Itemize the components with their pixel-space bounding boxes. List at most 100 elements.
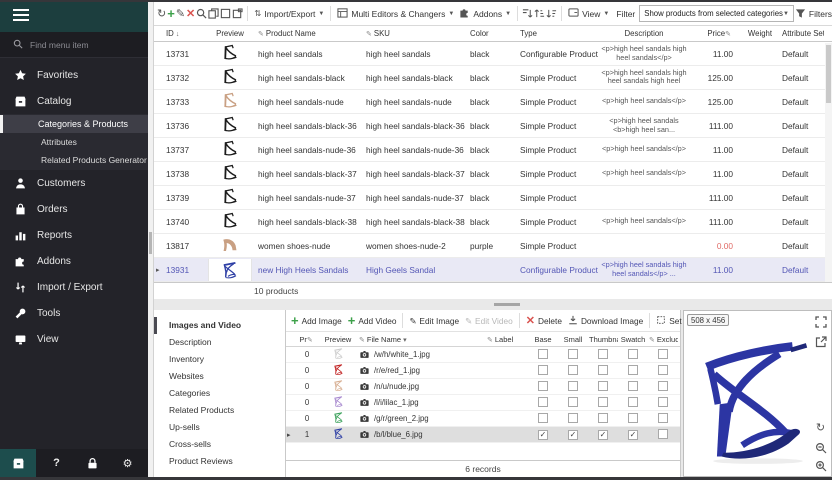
row-expander[interactable]: ▸ <box>286 431 296 439</box>
col-id[interactable]: ID↓ <box>164 29 204 38</box>
image-row[interactable]: 0/g/r/green_2.jpg <box>286 411 680 427</box>
checkbox-thumbnail[interactable] <box>598 381 608 391</box>
checkbox-exclude[interactable] <box>658 397 668 407</box>
checkbox-swatch[interactable] <box>628 365 638 375</box>
table-row[interactable]: 13739high heel sandals-nude-37high heel … <box>154 186 832 210</box>
col-type[interactable]: Type <box>518 29 598 38</box>
table-row[interactable]: 13733high heel sandals-nudehigh heel san… <box>154 90 832 114</box>
sort-alpha-icon[interactable] <box>522 5 533 22</box>
view-button[interactable]: View▼ <box>566 7 611 20</box>
download-image-button[interactable]: Download Image <box>565 315 646 327</box>
rotate-icon[interactable]: ↻ <box>814 421 827 434</box>
checkbox-thumbnail[interactable]: ✓ <box>598 430 608 440</box>
sidebar-item-addons[interactable]: Addons <box>0 248 148 274</box>
col-file-name[interactable]: ✎File Name▾ <box>358 335 486 344</box>
col-attribute-set[interactable]: Attribute Set Name <box>780 29 824 38</box>
tab-cross-sells[interactable]: Cross-sells <box>154 436 285 453</box>
col-sku[interactable]: ✎SKU <box>364 29 468 38</box>
image-row[interactable]: ▸1/b/l/blue_6.jpg✓✓✓✓ <box>286 427 680 443</box>
col-label[interactable]: ✎Label <box>486 335 528 344</box>
checkbox-exclude[interactable] <box>658 429 668 439</box>
checkbox-thumbnail[interactable] <box>598 349 608 359</box>
col-swatch[interactable]: Swatch <box>618 335 648 344</box>
filters-button[interactable]: Filters▼ <box>807 9 832 19</box>
tab-images-and-video[interactable]: Images and Video <box>154 317 285 334</box>
open-external-icon[interactable] <box>814 335 827 348</box>
col-preview[interactable]: Preview <box>204 29 256 38</box>
col-base[interactable]: Base <box>528 335 558 344</box>
checkbox-exclude[interactable] <box>658 365 668 375</box>
table-row[interactable]: 13736high heel sandals-black-36high heel… <box>154 114 832 138</box>
catalog-box-icon[interactable] <box>0 449 36 477</box>
edit-icon[interactable]: ✎ <box>176 5 185 22</box>
sidebar-item-catalog[interactable]: Catalog <box>0 88 148 114</box>
checkbox-swatch[interactable] <box>628 413 638 423</box>
checkbox-small[interactable] <box>568 365 578 375</box>
category-filter-select[interactable]: Show products from selected categories▼ <box>639 5 794 22</box>
checkbox-small[interactable] <box>568 413 578 423</box>
cards-icon[interactable] <box>232 5 243 22</box>
checkbox-small[interactable]: ✓ <box>568 430 578 440</box>
image-row[interactable]: 0/n/u/nude.jpg <box>286 379 680 395</box>
tab-websites[interactable]: Websites <box>154 368 285 385</box>
funnel-icon[interactable] <box>795 5 806 22</box>
tab-inventory[interactable]: Inventory <box>154 351 285 368</box>
edit-video-button[interactable]: ✎Edit Video <box>462 316 516 326</box>
checkbox-small[interactable] <box>568 381 578 391</box>
col-small[interactable]: Small <box>558 335 588 344</box>
import-export-button[interactable]: ⇅ Import/Export▼ <box>252 8 326 19</box>
sidebar-item-import-export[interactable]: Import / Export <box>0 274 148 300</box>
scrollbar-thumb[interactable] <box>826 45 831 103</box>
sidebar-item-view[interactable]: View <box>0 326 148 352</box>
sort-desc-icon[interactable] <box>546 5 557 22</box>
image-row[interactable]: 0/w/h/white_1.jpg <box>286 347 680 363</box>
checkbox-exclude[interactable] <box>658 381 668 391</box>
checkbox-thumbnail[interactable] <box>598 413 608 423</box>
menu-search-input[interactable]: Find menu item <box>0 32 148 58</box>
zoom-out-icon[interactable] <box>814 441 827 454</box>
fullscreen-icon[interactable] <box>814 315 827 328</box>
multi-editors-button[interactable]: Multi Editors & Changers▼ <box>335 7 456 20</box>
menu-toggle-button[interactable] <box>0 2 148 32</box>
add-product-icon[interactable]: + <box>167 5 175 22</box>
zoom-in-icon[interactable] <box>814 459 827 472</box>
table-row[interactable]: 13731high heel sandalshigh heel sandalsb… <box>154 42 832 66</box>
lock-icon[interactable] <box>77 449 107 477</box>
checkbox-base[interactable] <box>538 349 548 359</box>
sort-asc-icon[interactable] <box>534 5 545 22</box>
col-pr[interactable]: Pr✎ <box>296 335 318 344</box>
help-icon[interactable]: ? <box>42 449 72 477</box>
checkbox-small[interactable] <box>568 349 578 359</box>
sidebar-item-tools[interactable]: Tools <box>0 300 148 326</box>
refresh-icon[interactable]: ↻ <box>157 5 166 22</box>
tab-related-products[interactable]: Related Products <box>154 402 285 419</box>
tab-up-sells[interactable]: Up-sells <box>154 419 285 436</box>
row-expander[interactable]: ▸ <box>154 266 164 274</box>
checkbox-base[interactable] <box>538 365 548 375</box>
checkbox-swatch[interactable] <box>628 381 638 391</box>
checkbox-thumbnail[interactable] <box>598 397 608 407</box>
col-product-name[interactable]: ✎Product Name <box>256 29 364 38</box>
add-image-button[interactable]: +Add Image <box>288 313 345 328</box>
image-row[interactable]: 0/l/i/lilac_1.jpg <box>286 395 680 411</box>
table-row[interactable]: ▸13931new High Heels SandalsHigh Geels S… <box>154 258 832 282</box>
edit-image-button[interactable]: ✎Edit Image <box>406 316 462 326</box>
delete-icon[interactable]: ✕ <box>186 5 195 22</box>
sidebar-item-favorites[interactable]: Favorites <box>0 62 148 88</box>
checkbox-swatch[interactable] <box>628 349 638 359</box>
sidebar-item-customers[interactable]: Customers <box>0 170 148 196</box>
table-row[interactable]: 13737high heel sandals-nude-36high heel … <box>154 138 832 162</box>
addons-button[interactable]: Addons▼ <box>457 7 513 20</box>
checkbox-base[interactable] <box>538 381 548 391</box>
col-weight[interactable]: Weight <box>740 29 780 38</box>
checkbox-exclude[interactable] <box>658 413 668 423</box>
checkbox-small[interactable] <box>568 397 578 407</box>
sidebar-item-reports[interactable]: Reports <box>0 222 148 248</box>
sidebar-item-categories-products[interactable]: Categories & Products <box>0 115 148 133</box>
table-row[interactable]: 13738high heel sandals-black-37high heel… <box>154 162 832 186</box>
checkbox-base[interactable] <box>538 397 548 407</box>
horizontal-splitter[interactable] <box>154 299 832 310</box>
checkbox-swatch[interactable] <box>628 397 638 407</box>
sidebar-item-related-products-generator[interactable]: Related Products Generator <box>0 151 148 169</box>
col-thumbnail[interactable]: Thumbna <box>588 335 618 344</box>
